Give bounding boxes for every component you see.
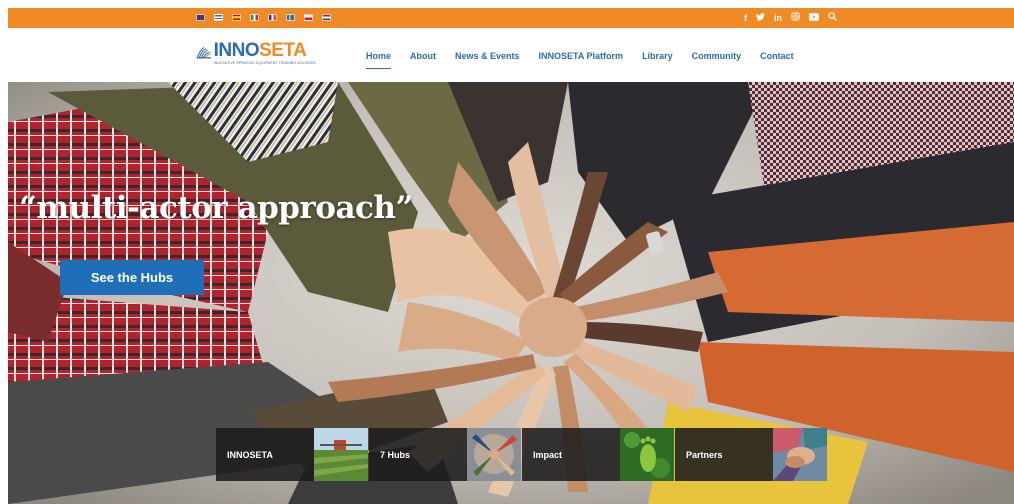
tile-impact[interactable]: Impact <box>522 428 674 481</box>
logo-tagline: INNOVATIVE SPRAYING EQUIPMENT TRAINING A… <box>213 61 316 65</box>
nav-item-about[interactable]: About <box>410 50 436 62</box>
tile-7-hubs[interactable]: 7 Hubs <box>369 428 521 481</box>
hero-banner: “multi-actor approach” See the Hubs INNO… <box>8 82 1014 504</box>
nav-item-news-events[interactable]: News & Events <box>455 50 520 62</box>
facebook-icon[interactable]: f <box>744 12 747 24</box>
sprayer-field-thumbnail <box>314 428 368 481</box>
flag-italy-icon[interactable] <box>250 14 259 21</box>
logo-spray-icon <box>196 47 212 59</box>
search-icon[interactable] <box>828 12 837 24</box>
nav-item-innoseta-platform[interactable]: INNOSETA Platform <box>539 50 624 62</box>
innoseta-logo[interactable]: INNOSETA INNOVATIVE SPRAYING EQUIPMENT T… <box>196 41 316 71</box>
flag-greece-icon[interactable] <box>214 14 223 21</box>
nav-item-home[interactable]: Home <box>366 50 392 69</box>
language-switcher <box>196 14 331 21</box>
linkedin-icon[interactable]: in <box>774 12 782 24</box>
flag-uk-icon[interactable] <box>196 14 205 21</box>
twitter-icon[interactable] <box>756 12 765 24</box>
tile-label: Impact <box>533 449 563 460</box>
tile-partners[interactable]: Partners <box>675 428 827 481</box>
tile-label: INNOSETA <box>227 449 273 460</box>
flag-poland-icon[interactable] <box>304 14 313 21</box>
hands-together-thumbnail <box>773 428 827 481</box>
youtube-icon[interactable] <box>809 12 819 24</box>
flag-france-icon[interactable] <box>268 14 277 21</box>
main-navigation: Home About News & Events INNOSETA Platfo… <box>366 50 794 69</box>
see-the-hubs-button[interactable]: See the Hubs <box>60 260 204 295</box>
tile-label: Partners <box>686 449 723 460</box>
flag-sweden-icon[interactable] <box>286 14 295 21</box>
page-frame: f in INNOSETA INNOVATIVE SPRAYING EQUIPM… <box>8 8 1014 504</box>
social-links: f in <box>744 12 837 24</box>
logo-wordmark: INNOSETA <box>214 41 316 61</box>
tile-innoseta[interactable]: INNOSETA <box>216 428 368 481</box>
hands-circle-thumbnail <box>467 428 521 481</box>
nav-item-contact[interactable]: Contact <box>760 50 794 62</box>
tile-label: 7 Hubs <box>380 449 411 460</box>
flag-netherlands-icon[interactable] <box>322 14 331 21</box>
flag-spain-icon[interactable] <box>232 14 241 21</box>
site-header: INNOSETA INNOVATIVE SPRAYING EQUIPMENT T… <box>8 28 1014 82</box>
nav-item-community[interactable]: Community <box>692 50 742 62</box>
instagram-icon[interactable] <box>791 12 800 24</box>
logo-wordmark-inno: INNO <box>213 40 260 61</box>
green-leaf-footprint-thumbnail <box>620 428 674 481</box>
feature-tiles: INNOSETA 7 Hubs Impact Partners <box>216 428 827 481</box>
nav-item-library[interactable]: Library <box>642 50 673 62</box>
logo-wordmark-seta: SETA <box>259 40 307 61</box>
hero-quote: “multi-actor approach” <box>19 190 413 226</box>
top-bar: f in <box>8 8 1014 28</box>
